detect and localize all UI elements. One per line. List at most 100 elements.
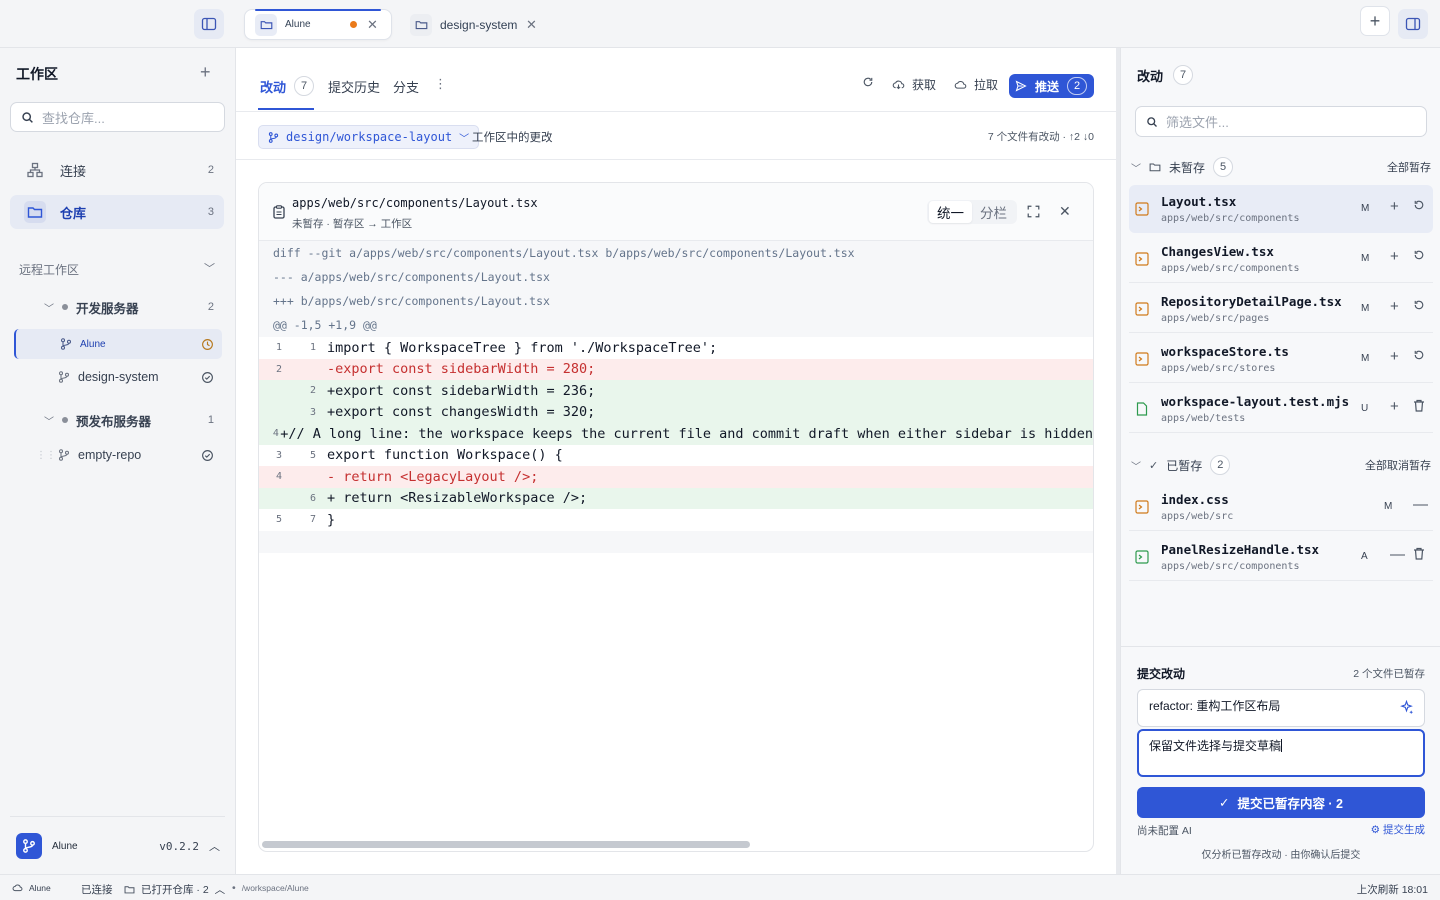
file-item[interactable]: ChangesView.tsx apps/web/src/components M + — [1129, 235, 1433, 283]
gear-icon: ⚙ — [1370, 823, 1380, 836]
check-circle-icon — [201, 371, 214, 384]
commit-summary-input[interactable]: refactor: 重构工作区布局 — [1137, 689, 1425, 727]
stage-file-icon[interactable]: + — [1390, 348, 1399, 365]
unstaged-section-header[interactable]: ﹀ 未暂存 5 全部暂存 — [1131, 157, 1431, 177]
trash-icon[interactable] — [1413, 399, 1425, 412]
repo-item-design-system[interactable]: design-system — [14, 363, 224, 391]
divider — [10, 816, 225, 817]
refresh-button[interactable] — [862, 76, 874, 88]
check-icon: ✓ — [1218, 796, 1230, 810]
status-opened-repos[interactable]: 已打开仓库 · 2 ︿ — [124, 882, 225, 897]
divider — [236, 159, 1118, 160]
repo-item-empty-repo[interactable]: ⋮⋮ empty-repo — [14, 441, 224, 469]
server-name: 预发布服务器 — [76, 414, 152, 429]
cloud-down-icon — [892, 80, 905, 90]
diff-header: apps/web/src/components/Layout.tsx 未暂存 ·… — [259, 183, 1093, 241]
unstage-file-icon[interactable]: — — [1390, 546, 1405, 563]
stage-file-icon[interactable]: + — [1390, 248, 1399, 265]
toggle-sidebar-button[interactable] — [194, 9, 224, 39]
file-status: M — [1361, 253, 1370, 264]
staged-info: 2 个文件已暂存 — [1353, 668, 1425, 680]
file-item[interactable]: workspaceStore.ts apps/web/src/stores M + — [1129, 335, 1433, 383]
file-info: RepositoryDetailPage.tsx apps/web/src/pag… — [1161, 294, 1342, 324]
sidebar-right-icon — [1405, 17, 1421, 31]
discard-icon[interactable] — [1413, 249, 1425, 261]
diff-line-text: +export const changesWidth = 320; — [327, 404, 596, 421]
commit-button-label: 提交已暂存内容 · 2 — [1237, 797, 1344, 811]
repo-item-alune[interactable]: Alune — [14, 329, 222, 359]
sparkle-icon[interactable] — [1399, 700, 1414, 715]
staged-section-header[interactable]: ﹀ ✓ 已暂存 2 全部取消暂存 — [1131, 455, 1431, 475]
sidebar-item-connections[interactable]: 连接 2 — [10, 153, 224, 187]
repo-name: empty-repo — [78, 448, 142, 462]
file-item[interactable]: index.css apps/web/src M — — [1129, 483, 1433, 531]
folder-icon — [410, 13, 432, 36]
unstage-file-icon[interactable]: — — [1413, 496, 1428, 513]
more-tabs-button[interactable]: ⋮ — [434, 76, 447, 92]
fetch-button[interactable]: 获取 — [892, 76, 936, 93]
ai-generate-link[interactable]: ⚙ 提交生成 — [1371, 822, 1425, 837]
commit-panel: 提交改动 2 个文件已暂存 refactor: 重构工作区布局 保留文件选择与提… — [1121, 646, 1440, 874]
cloud-icon — [12, 884, 23, 892]
file-item[interactable]: PanelResizeHandle.tsx apps/web/src/compon… — [1129, 533, 1433, 581]
tab-alune[interactable]: Alune ✕ — [244, 9, 392, 40]
clock-icon — [201, 338, 214, 351]
add-workspace-button[interactable]: + — [200, 62, 211, 83]
push-button[interactable]: 推送 2 — [1009, 74, 1094, 98]
count-badge: 2 — [207, 164, 214, 176]
tab-branches[interactable]: 分支 — [393, 77, 419, 96]
tab-changes[interactable]: 改动 7 — [260, 76, 315, 96]
diff-meta-line: --- a/apps/web/src/components/Layout.tsx — [259, 265, 1093, 289]
commit-body-input[interactable]: 保留文件选择与提交草稿 — [1137, 729, 1425, 777]
discard-icon[interactable] — [1413, 299, 1425, 311]
new-tab-button[interactable]: + — [1360, 6, 1390, 36]
file-name: Layout.tsx — [1161, 194, 1237, 209]
mode-split-button[interactable]: 分栏 — [972, 201, 1015, 223]
file-status: M — [1384, 501, 1393, 512]
stage-file-icon[interactable]: + — [1390, 298, 1399, 315]
old-line-number: 3 — [275, 449, 283, 461]
pull-button[interactable]: 拉取 — [954, 76, 998, 93]
branch-icon — [60, 338, 72, 350]
tab-history[interactable]: 提交历史 — [328, 77, 380, 96]
close-tab-icon[interactable]: ✕ — [526, 17, 537, 33]
status-repo[interactable]: Alune — [12, 882, 51, 893]
mode-unified-button[interactable]: 统一 — [929, 201, 972, 223]
ai-note: 尚未配置 AI — [1137, 825, 1192, 837]
file-info: index.css apps/web/src — [1161, 492, 1233, 522]
trash-icon[interactable] — [1413, 547, 1425, 560]
collapse-remote-button[interactable]: ﹀ — [204, 260, 215, 276]
file-item[interactable]: RepositoryDetailPage.tsx apps/web/src/pag… — [1129, 285, 1433, 333]
expand-icon[interactable] — [1027, 205, 1040, 218]
commit-title: 提交改动 — [1137, 667, 1186, 681]
file-item[interactable]: Layout.tsx apps/web/src/components M + — [1129, 185, 1433, 233]
stage-file-icon[interactable]: + — [1390, 198, 1399, 215]
branch-selector[interactable]: design/workspace-layout ﹀ — [258, 125, 480, 149]
discard-icon[interactable] — [1413, 349, 1425, 361]
stage-all-button[interactable]: 全部暂存 — [1387, 159, 1431, 175]
file-path: apps/web/src/pages — [1161, 312, 1270, 324]
tab-design-system[interactable]: design-system ✕ — [400, 9, 548, 40]
app-info[interactable]: Alune v0.2.2 ︿ — [16, 832, 226, 860]
file-filter-input[interactable]: 筛选文件... — [1135, 106, 1427, 137]
unstage-all-button[interactable]: 全部取消暂存 — [1365, 457, 1431, 473]
commit-button[interactable]: ✓ 提交已暂存内容 · 2 — [1137, 787, 1425, 818]
code-file-icon — [1135, 301, 1149, 316]
server-dev[interactable]: ﹀ 开发服务器 2 — [44, 293, 224, 321]
toggle-changes-panel-button[interactable] — [1398, 9, 1428, 39]
server-staging[interactable]: ﹀ 预发布服务器 1 — [44, 406, 224, 434]
drag-handle-icon[interactable]: ⋮⋮ — [36, 450, 58, 461]
file-item[interactable]: workspace-layout.test.mjs apps/web/tests U… — [1129, 385, 1433, 433]
stage-file-icon[interactable]: + — [1390, 398, 1399, 415]
horizontal-scrollbar[interactable] — [262, 841, 750, 848]
code-file-icon — [1135, 202, 1149, 216]
sidebar-left-icon — [201, 17, 217, 31]
close-diff-icon[interactable]: ✕ — [1059, 203, 1071, 220]
chevron-down-icon: ﹀ — [44, 416, 54, 428]
discard-icon[interactable] — [1413, 199, 1425, 211]
repo-search-input[interactable]: 查找仓库... — [10, 102, 225, 132]
close-tab-icon[interactable]: ✕ — [367, 17, 378, 33]
diff-line-text: - return <LegacyLayout />; — [327, 468, 539, 485]
file-path: apps/web/tests — [1161, 412, 1246, 424]
sidebar-item-repositories[interactable]: 仓库 3 — [10, 195, 224, 229]
